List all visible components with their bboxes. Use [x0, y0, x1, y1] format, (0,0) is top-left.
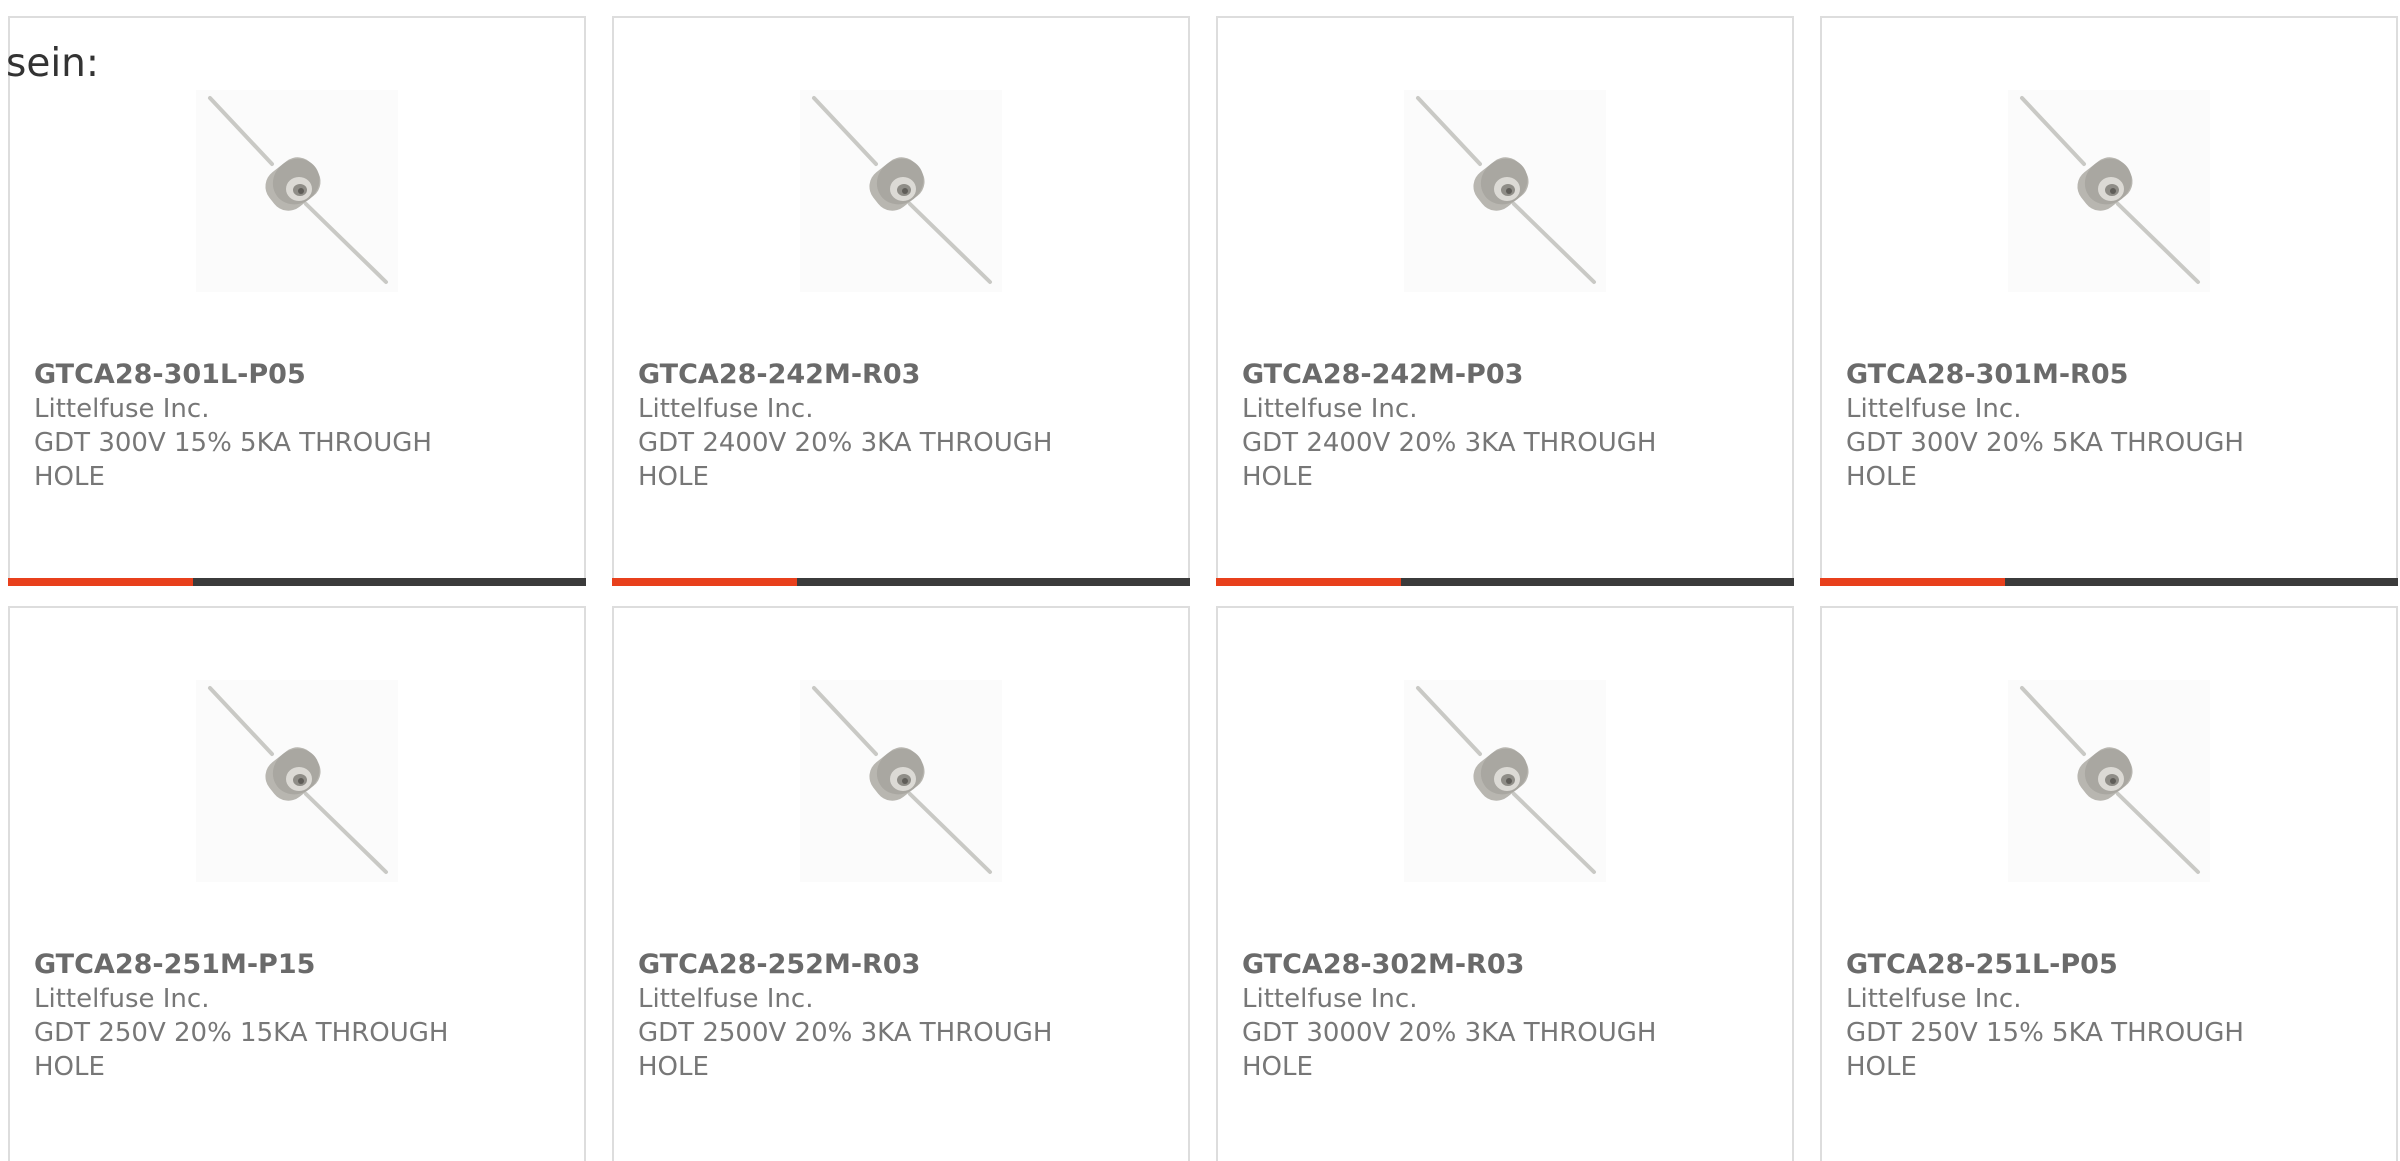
card-progress-bar	[1216, 578, 1794, 586]
gas-discharge-tube-icon[interactable]	[800, 90, 1002, 292]
manufacturer-name: Littelfuse Inc.	[34, 394, 210, 424]
section-label: sein:	[6, 41, 100, 86]
manufacturer-name: Littelfuse Inc.	[1846, 394, 2022, 424]
part-number-link[interactable]: GTCA28-242M-P03	[1242, 358, 1662, 392]
product-grid-page: sein: GTCA28-301L-P05 Littelfuse Inc. GD…	[0, 0, 2400, 1161]
manufacturer-name: Littelfuse Inc.	[638, 394, 814, 424]
part-number-link[interactable]: GTCA28-302M-R03	[1242, 948, 1662, 982]
product-description: GDT 250V 20% 15KA THROUGH HOLE	[34, 1018, 449, 1082]
card-progress-bar	[8, 578, 586, 586]
product-description: GDT 2400V 20% 3KA THROUGH HOLE	[638, 428, 1053, 492]
manufacturer-name: Littelfuse Inc.	[638, 984, 814, 1014]
gas-discharge-tube-icon[interactable]	[2008, 680, 2210, 882]
part-number-link[interactable]: GTCA28-301M-R05	[1846, 358, 2266, 392]
part-number-link[interactable]: GTCA28-252M-R03	[638, 948, 1058, 982]
product-grid: GTCA28-301L-P05 Littelfuse Inc. GDT 300V…	[8, 16, 2400, 1161]
part-number-link[interactable]: GTCA28-251M-P15	[34, 948, 454, 982]
card-progress-fill	[612, 578, 797, 586]
product-info: GTCA28-252M-R03 Littelfuse Inc. GDT 2500…	[638, 948, 1058, 1084]
product-card[interactable]: GTCA28-242M-R03 Littelfuse Inc. GDT 2400…	[612, 16, 1190, 586]
product-card[interactable]: GTCA28-301M-R05 Littelfuse Inc. GDT 300V…	[1820, 16, 2398, 586]
product-description: GDT 300V 15% 5KA THROUGH HOLE	[34, 428, 432, 492]
part-number-link[interactable]: GTCA28-242M-R03	[638, 358, 1058, 392]
manufacturer-name: Littelfuse Inc.	[1242, 394, 1418, 424]
product-info: GTCA28-301L-P05 Littelfuse Inc. GDT 300V…	[34, 358, 454, 494]
gas-discharge-tube-icon[interactable]	[196, 90, 398, 292]
manufacturer-name: Littelfuse Inc.	[1846, 984, 2022, 1014]
gas-discharge-tube-icon[interactable]	[196, 680, 398, 882]
product-description: GDT 3000V 20% 3KA THROUGH HOLE	[1242, 1018, 1657, 1082]
part-number-link[interactable]: GTCA28-301L-P05	[34, 358, 454, 392]
product-card[interactable]: GTCA28-252M-R03 Littelfuse Inc. GDT 2500…	[612, 606, 1190, 1161]
card-progress-fill	[1820, 578, 2005, 586]
card-progress-bar	[1820, 578, 2398, 586]
product-card[interactable]: GTCA28-251M-P15 Littelfuse Inc. GDT 250V…	[8, 606, 586, 1161]
product-card[interactable]: GTCA28-301L-P05 Littelfuse Inc. GDT 300V…	[8, 16, 586, 586]
product-card[interactable]: GTCA28-302M-R03 Littelfuse Inc. GDT 3000…	[1216, 606, 1794, 1161]
product-description: GDT 300V 20% 5KA THROUGH HOLE	[1846, 428, 2244, 492]
product-info: GTCA28-242M-R03 Littelfuse Inc. GDT 2400…	[638, 358, 1058, 494]
product-info: GTCA28-301M-R05 Littelfuse Inc. GDT 300V…	[1846, 358, 2266, 494]
gas-discharge-tube-icon[interactable]	[1404, 90, 1606, 292]
product-description: GDT 2500V 20% 3KA THROUGH HOLE	[638, 1018, 1053, 1082]
manufacturer-name: Littelfuse Inc.	[1242, 984, 1418, 1014]
gas-discharge-tube-icon[interactable]	[1404, 680, 1606, 882]
card-progress-fill	[8, 578, 193, 586]
product-description: GDT 250V 15% 5KA THROUGH HOLE	[1846, 1018, 2244, 1082]
product-info: GTCA28-251L-P05 Littelfuse Inc. GDT 250V…	[1846, 948, 2266, 1084]
product-info: GTCA28-251M-P15 Littelfuse Inc. GDT 250V…	[34, 948, 454, 1084]
part-number-link[interactable]: GTCA28-251L-P05	[1846, 948, 2266, 982]
card-progress-fill	[1216, 578, 1401, 586]
product-description: GDT 2400V 20% 3KA THROUGH HOLE	[1242, 428, 1657, 492]
product-info: GTCA28-242M-P03 Littelfuse Inc. GDT 2400…	[1242, 358, 1662, 494]
card-progress-bar	[612, 578, 1190, 586]
product-card[interactable]: GTCA28-242M-P03 Littelfuse Inc. GDT 2400…	[1216, 16, 1794, 586]
product-info: GTCA28-302M-R03 Littelfuse Inc. GDT 3000…	[1242, 948, 1662, 1084]
gas-discharge-tube-icon[interactable]	[800, 680, 1002, 882]
manufacturer-name: Littelfuse Inc.	[34, 984, 210, 1014]
product-card[interactable]: GTCA28-251L-P05 Littelfuse Inc. GDT 250V…	[1820, 606, 2398, 1161]
gas-discharge-tube-icon[interactable]	[2008, 90, 2210, 292]
